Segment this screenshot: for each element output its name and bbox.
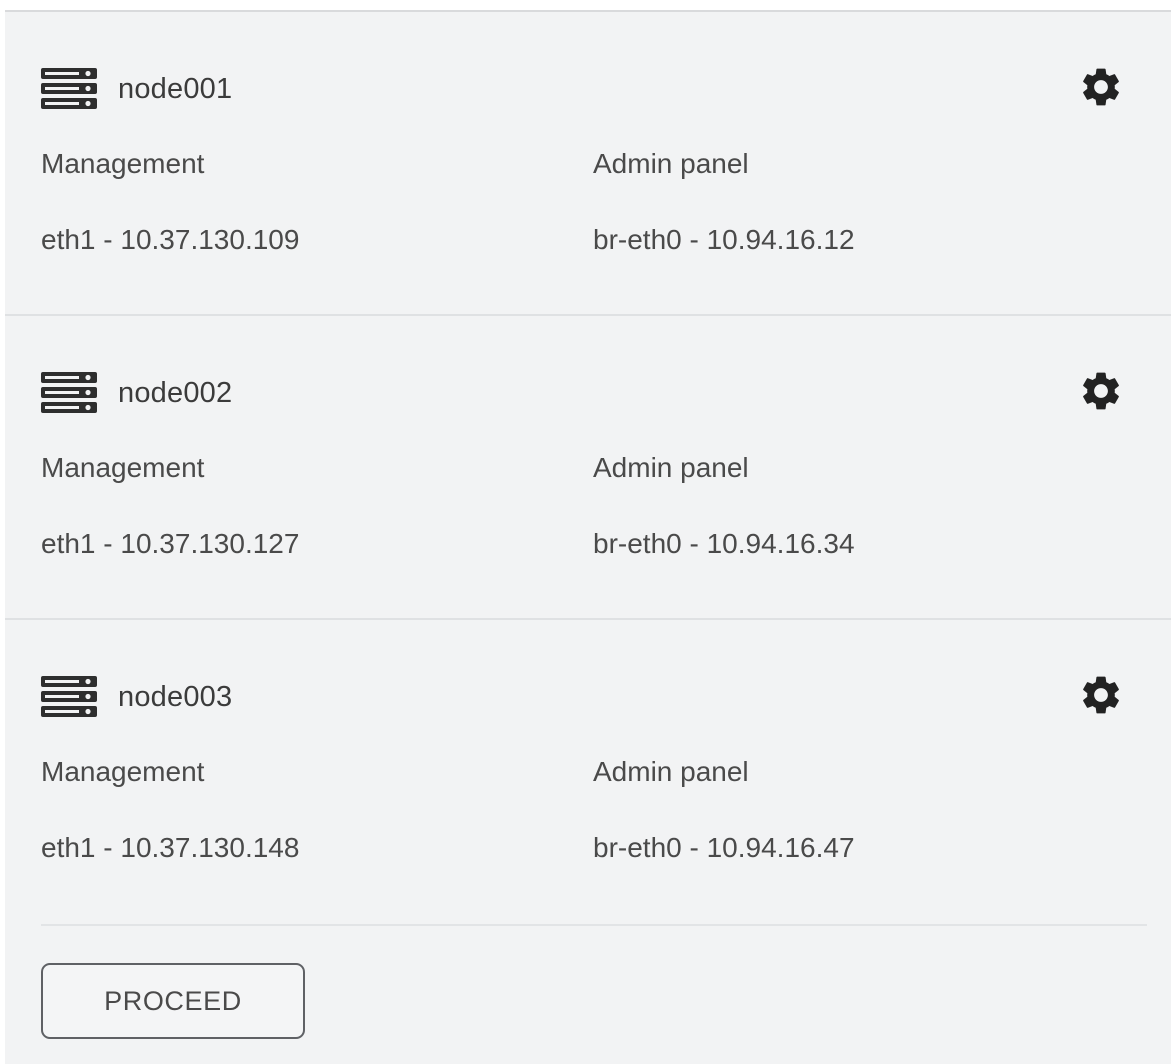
admin-panel-label: Admin panel <box>593 452 749 483</box>
proceed-button[interactable]: PROCEED <box>41 963 305 1039</box>
management-value: eth1 - 10.37.130.109 <box>41 224 300 255</box>
server-icon <box>41 676 97 717</box>
management-label: Management <box>41 756 205 787</box>
admin-panel-value: br-eth0 - 10.94.16.47 <box>593 832 855 863</box>
node-header: node003 <box>40 674 232 720</box>
management-value: eth1 - 10.37.130.148 <box>41 832 300 863</box>
admin-panel-value: br-eth0 - 10.94.16.12 <box>593 224 855 255</box>
node-name: node003 <box>118 680 233 713</box>
admin-panel-value: br-eth0 - 10.94.16.34 <box>593 528 855 559</box>
management-value: eth1 - 10.37.130.127 <box>41 528 300 559</box>
node-header: node001 <box>40 66 232 112</box>
management-label: Management <box>41 452 205 483</box>
server-icon <box>41 68 97 109</box>
node-name: node001 <box>118 72 233 105</box>
node-card: node003 Management Admin panel eth1 - 10… <box>5 620 1171 920</box>
node-card: node001 Management Admin panel eth1 - 10… <box>5 12 1171 316</box>
node-name: node002 <box>118 376 233 409</box>
node-header: node002 <box>40 370 232 416</box>
gear-icon[interactable] <box>1078 672 1124 718</box>
management-label: Management <box>41 148 205 179</box>
server-icon <box>41 372 97 413</box>
gear-icon[interactable] <box>1078 368 1124 414</box>
gear-icon[interactable] <box>1078 64 1124 110</box>
admin-panel-label: Admin panel <box>593 148 749 179</box>
node-card: node002 Management Admin panel eth1 - 10… <box>5 316 1171 620</box>
admin-panel-label: Admin panel <box>593 756 749 787</box>
footer-divider <box>41 924 1147 926</box>
node-list-panel: node001 Management Admin panel eth1 - 10… <box>5 10 1171 1064</box>
